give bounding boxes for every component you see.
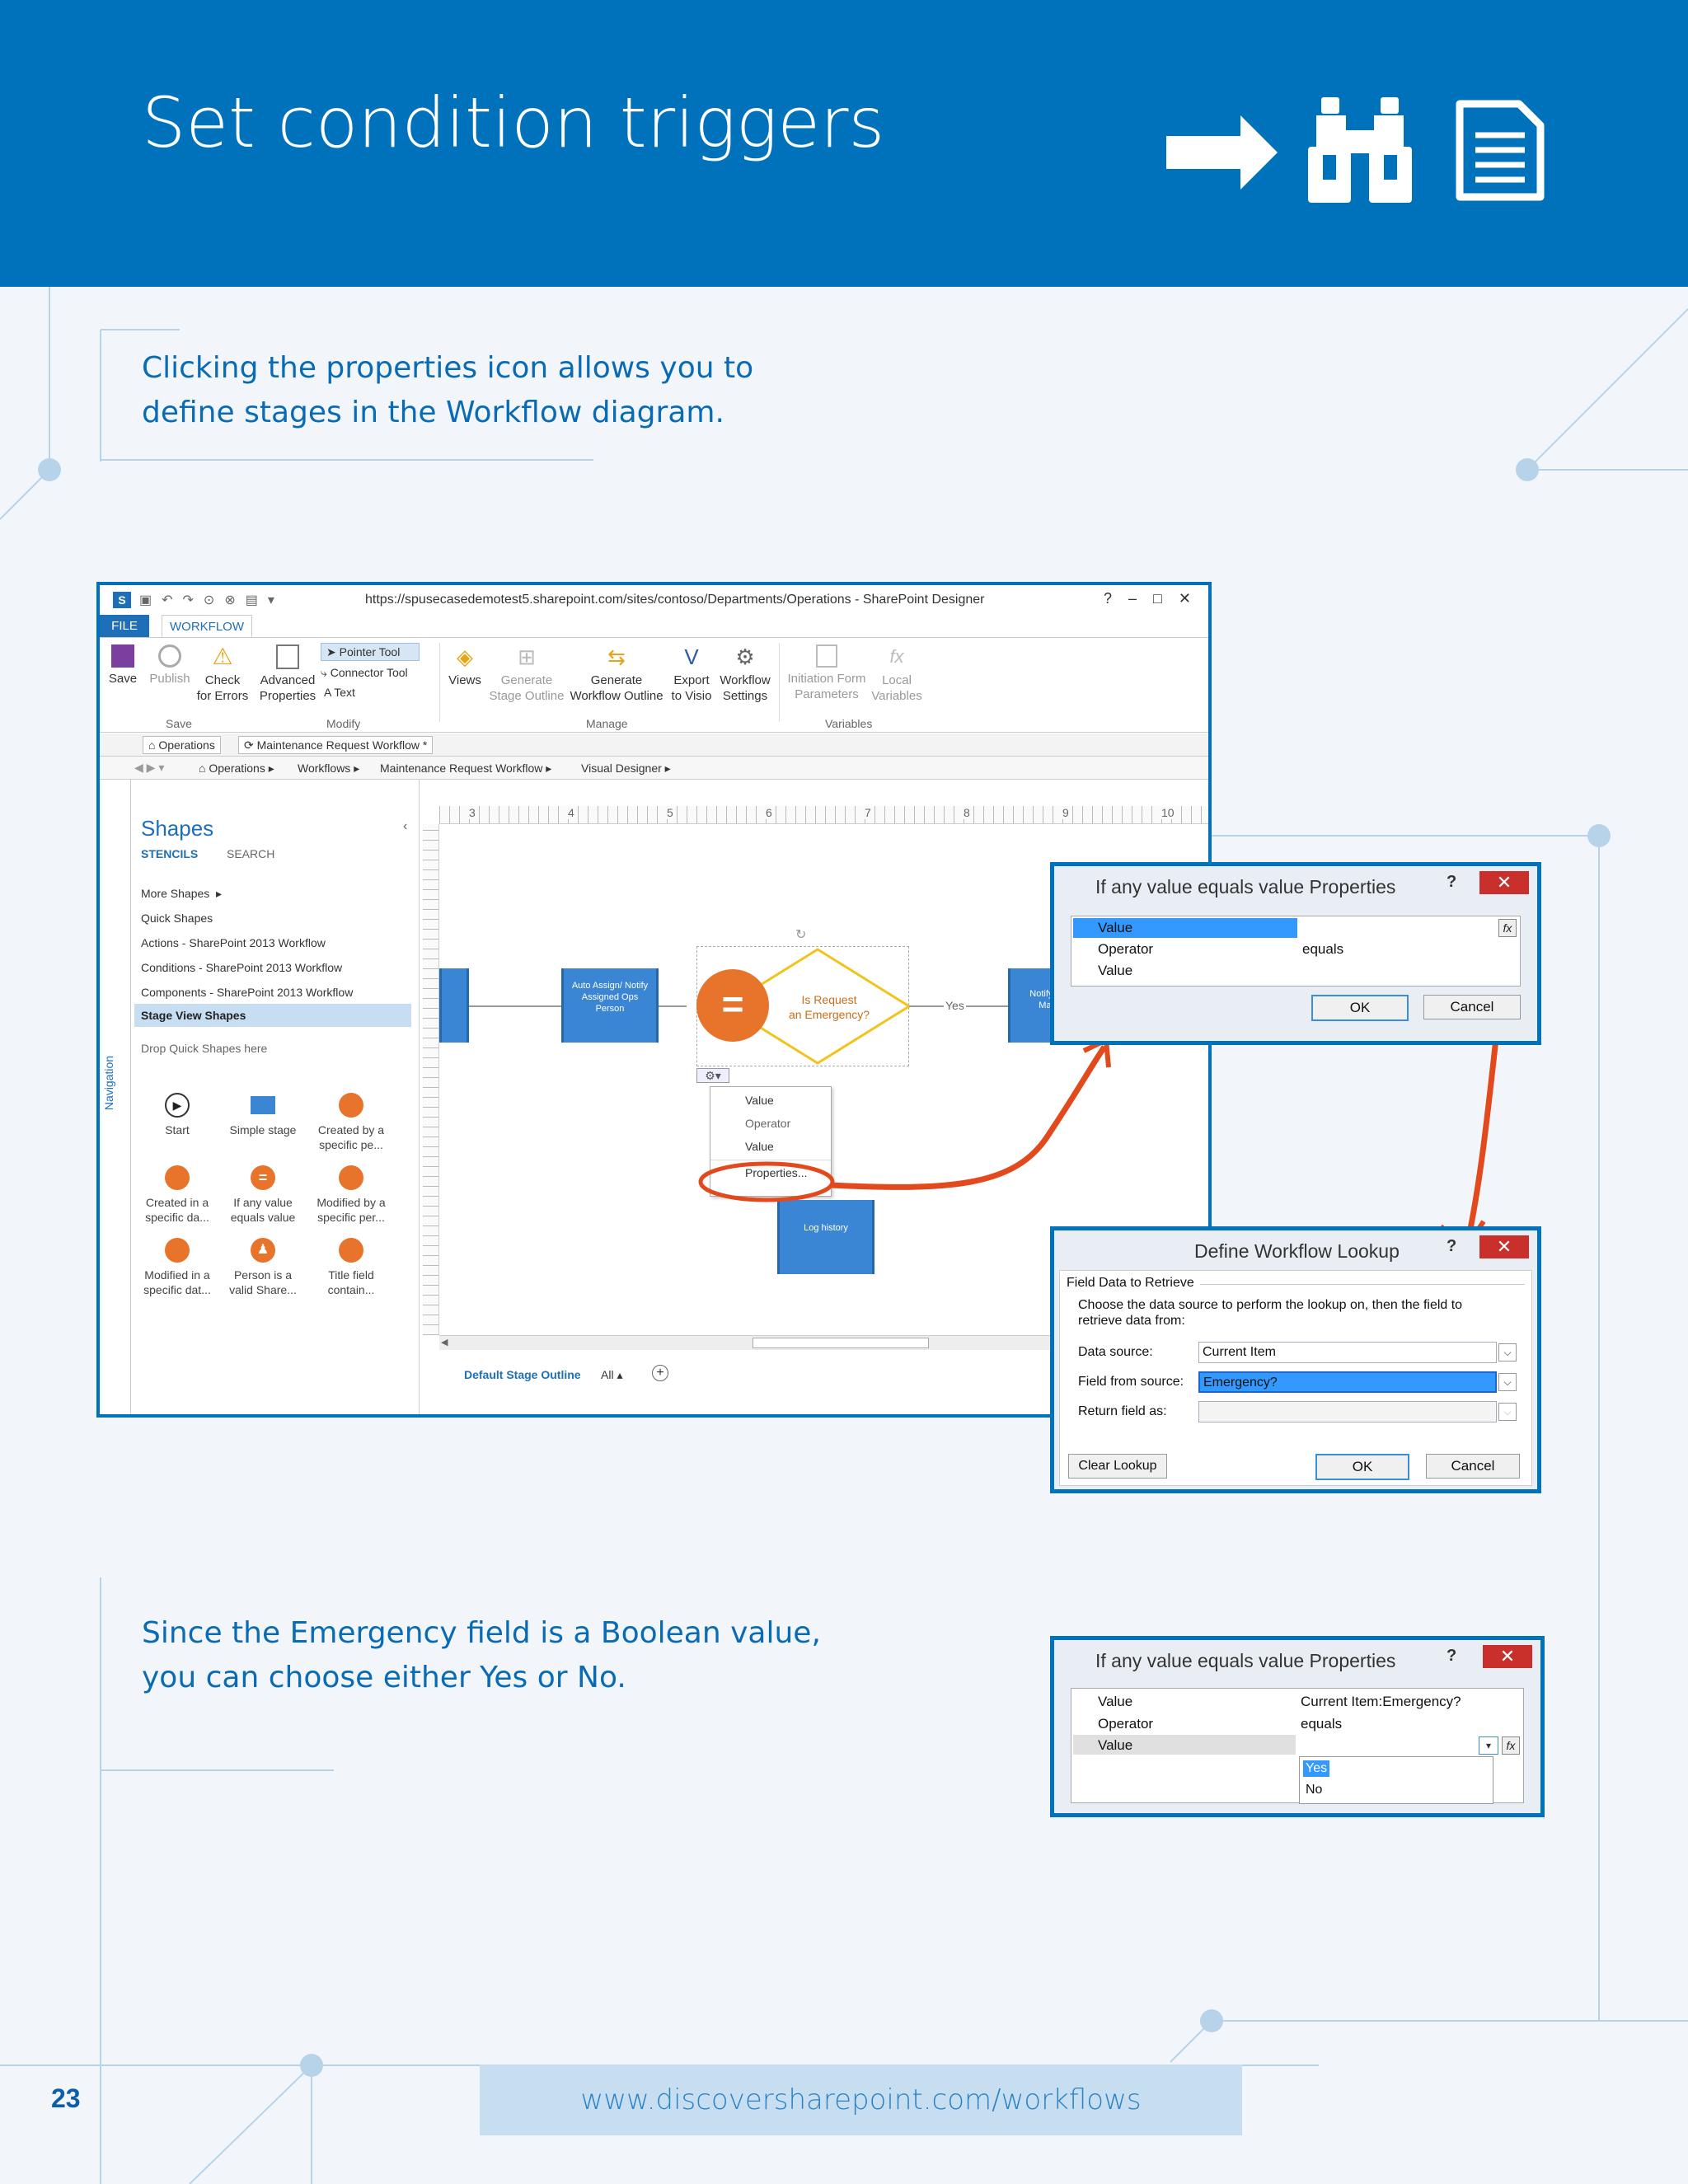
ok-button[interactable]: OK	[1311, 995, 1409, 1021]
return-field-label: Return field as:	[1078, 1404, 1167, 1418]
prop-value-1-value[interactable]: Current Item:Emergency?	[1301, 1694, 1461, 1710]
data-source-dropdown-icon[interactable]: ⌵	[1498, 1343, 1517, 1361]
data-source-select[interactable]: Current Item	[1198, 1342, 1497, 1363]
clear-lookup-button[interactable]: Clear Lookup	[1068, 1454, 1167, 1479]
prop-operator-name: Operator	[1098, 1716, 1154, 1732]
option-yes[interactable]: Yes	[1303, 1760, 1330, 1777]
return-field-select[interactable]	[1198, 1401, 1497, 1422]
function-icon[interactable]: fx	[1498, 919, 1517, 937]
dialog-2-title: If any value equals value Properties	[1095, 1650, 1396, 1671]
field-data-section: Field Data to Retrieve	[1067, 1276, 1194, 1290]
help-icon[interactable]: ?	[1447, 1237, 1456, 1256]
close-icon[interactable]: ✕	[1479, 1235, 1529, 1258]
close-icon[interactable]: ✕	[1483, 1645, 1532, 1668]
value-options-list: Yes No	[1299, 1756, 1493, 1804]
data-source-label: Data source:	[1078, 1345, 1153, 1359]
footer-url[interactable]: www.discoversharepoint.com/workflows	[480, 2064, 1242, 2135]
value-dropdown-icon[interactable]: ▾	[1479, 1736, 1498, 1755]
prop-value-2-name: Value	[1098, 1737, 1133, 1753]
lookup-title: Define Workflow Lookup	[1194, 1240, 1400, 1262]
prop-value-2-name: Value	[1098, 963, 1133, 978]
properties-dialog-2: If any value equals value Properties ? ✕…	[1050, 1636, 1545, 1817]
properties-dialog-1: If any value equals value Properties ? ✕…	[1050, 862, 1541, 1045]
field-from-source-label: Field from source:	[1078, 1375, 1184, 1389]
lookup-body: Field Data to Retrieve Choose the data s…	[1059, 1270, 1532, 1486]
prop-operator-name: Operator	[1098, 941, 1154, 957]
help-icon[interactable]: ?	[1447, 1647, 1456, 1666]
annotation-arrows	[698, 926, 1512, 1253]
page-number: 23	[51, 2083, 81, 2113]
prop-operator-value[interactable]: equals	[1302, 941, 1343, 958]
function-icon[interactable]: fx	[1502, 1736, 1520, 1755]
field-from-source-select[interactable]: Emergency?	[1198, 1371, 1497, 1393]
cancel-button[interactable]: Cancel	[1423, 995, 1521, 1019]
cancel-button[interactable]: Cancel	[1426, 1454, 1520, 1479]
help-icon[interactable]: ?	[1447, 873, 1456, 892]
prop-value-1-name[interactable]: Value	[1073, 918, 1297, 938]
prop-operator-value[interactable]: equals	[1301, 1716, 1342, 1732]
option-no[interactable]: No	[1306, 1783, 1322, 1797]
define-workflow-lookup-dialog: Define Workflow Lookup ? ✕ Field Data to…	[1050, 1226, 1541, 1493]
field-dropdown-icon[interactable]: ⌵	[1498, 1373, 1517, 1391]
lookup-instructions: Choose the data source to perform the lo…	[1078, 1298, 1463, 1328]
section-divider	[1200, 1284, 1525, 1285]
dialog-1-property-grid: Value fx Operator equals Value	[1071, 916, 1521, 987]
dialog-2-property-grid: Value Current Item:Emergency? Operator e…	[1071, 1688, 1524, 1804]
ok-button[interactable]: OK	[1315, 1454, 1409, 1480]
dialog-1-title: If any value equals value Properties	[1095, 876, 1396, 898]
return-dropdown-icon[interactable]: ⌵	[1498, 1403, 1517, 1421]
close-icon[interactable]: ✕	[1479, 871, 1529, 894]
prop-value-1-name: Value	[1098, 1694, 1133, 1709]
